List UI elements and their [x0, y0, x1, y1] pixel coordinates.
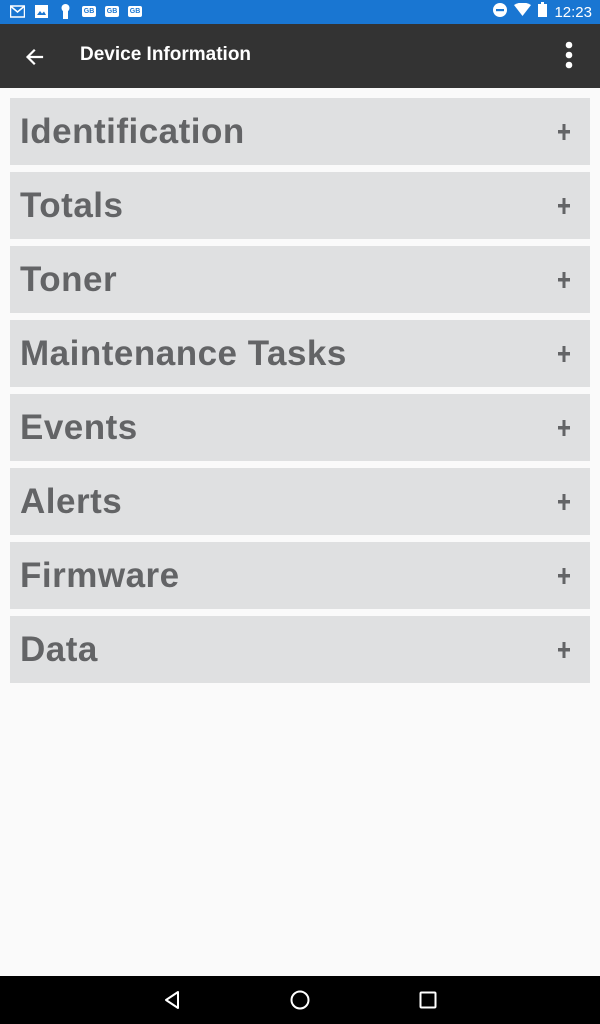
gmail-icon [10, 4, 25, 18]
section-events[interactable]: Events [10, 394, 590, 461]
app-bar: Device Information [0, 24, 600, 88]
plus-icon [558, 198, 570, 214]
page-title: Device Information [80, 44, 252, 65]
gb-icon: GB [82, 5, 96, 17]
gb-icon: GB [128, 5, 142, 17]
section-label: Firmware [20, 556, 180, 595]
section-maintenance-tasks[interactable]: Maintenance Tasks [10, 320, 590, 387]
section-label: Toner [20, 260, 118, 299]
section-alerts[interactable]: Alerts [10, 468, 590, 535]
section-label: Alerts [20, 482, 123, 521]
wifi-icon [514, 2, 532, 21]
plus-icon [558, 346, 570, 362]
do-not-disturb-icon [493, 2, 508, 22]
plus-icon [558, 272, 570, 288]
status-bar: GB GB GB 12:23 [0, 0, 600, 24]
plus-icon [558, 420, 570, 436]
section-toner[interactable]: Toner [10, 246, 590, 313]
section-label: Identification [20, 112, 245, 151]
nav-back-button[interactable] [160, 988, 184, 1012]
clock: 12:23 [554, 3, 592, 21]
plus-icon [558, 124, 570, 140]
keyhole-icon [58, 3, 73, 19]
gb-icon: GB [105, 5, 119, 17]
section-data[interactable]: Data [10, 616, 590, 683]
nav-home-button[interactable] [288, 988, 312, 1012]
section-label: Events [20, 408, 138, 447]
plus-icon [558, 568, 570, 584]
plus-icon [558, 494, 570, 510]
arrow-left-icon [25, 48, 44, 66]
back-button[interactable] [22, 44, 48, 70]
plus-icon [558, 642, 570, 658]
section-label: Maintenance Tasks [20, 334, 347, 373]
battery-icon [538, 2, 548, 22]
section-label: Totals [20, 186, 124, 225]
recents-square-icon [419, 991, 437, 1009]
image-icon [34, 4, 49, 18]
navigation-bar [0, 976, 600, 1024]
home-circle-icon [290, 990, 310, 1010]
section-totals[interactable]: Totals [10, 172, 590, 239]
section-firmware[interactable]: Firmware [10, 542, 590, 609]
notification-icons: GB GB GB [10, 3, 142, 19]
section-list: Identification Totals Toner Maintenance … [10, 98, 590, 690]
more-vert-icon [565, 41, 573, 69]
nav-recents-button[interactable] [416, 988, 440, 1012]
back-triangle-icon [165, 991, 179, 1009]
section-label: Data [20, 630, 98, 669]
section-identification[interactable]: Identification [10, 98, 590, 165]
overflow-menu-button[interactable] [556, 40, 582, 72]
system-icons: 12:23 [493, 0, 592, 24]
